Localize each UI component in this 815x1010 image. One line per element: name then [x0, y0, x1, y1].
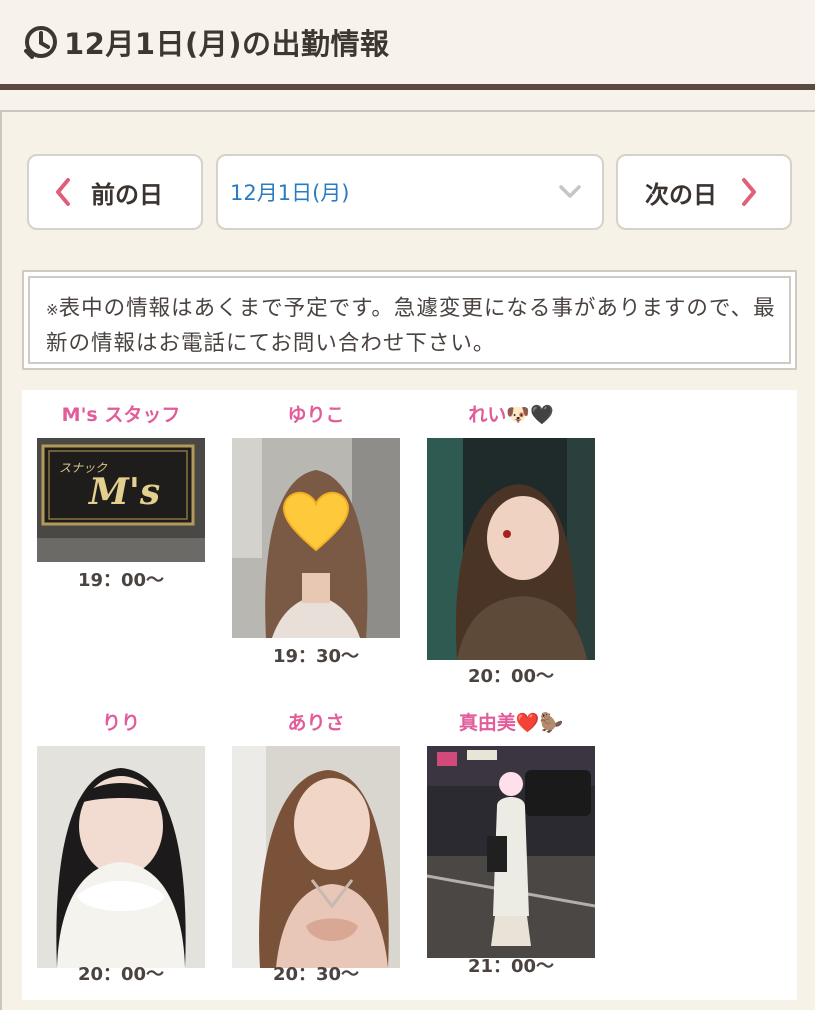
prev-day-button[interactable]: 前の日 — [27, 154, 203, 230]
staff-card[interactable]: りり 20：00〜 — [37, 708, 205, 993]
page-title: 12月1日(月)の出勤情報 — [64, 27, 390, 61]
staff-time: 19：30〜 — [272, 646, 360, 667]
date-select[interactable]: 12月1日(月) — [216, 154, 604, 230]
svg-text:M's: M's — [87, 471, 160, 513]
selected-date: 12月1日(月) — [230, 181, 350, 205]
notice-body: 表中の情報はあくまで予定です。急遽変更になる事がありますので、最新の情報はお電話… — [46, 296, 776, 356]
staff-name[interactable]: 真由美❤️🦫 — [427, 708, 595, 735]
staff-name[interactable]: れい🐶🖤 — [427, 400, 595, 427]
staff-card[interactable]: 真由美❤️🦫 21：00〜 — [427, 708, 595, 993]
next-day-button[interactable]: 次の日 — [616, 154, 792, 230]
page-header: 12月1日(月)の出勤情報 — [0, 0, 815, 86]
staff-name[interactable]: ゆりこ — [232, 400, 400, 427]
staff-name[interactable]: ありさ — [232, 708, 400, 735]
staff-card[interactable]: ゆりこ 19：30〜 — [232, 400, 400, 670]
staff-name[interactable]: りり — [37, 708, 205, 735]
chevron-left-icon — [56, 178, 70, 206]
staff-card[interactable]: ありさ 20：30〜 — [232, 708, 400, 993]
header-title-row: 12月1日(月)の出勤情報 — [22, 22, 390, 62]
staff-photo[interactable] — [232, 438, 400, 638]
staff-time: 20：00〜 — [467, 666, 555, 687]
header-divider — [0, 84, 815, 90]
staff-time: 20：00〜 — [77, 964, 165, 985]
next-day-label: 次の日 — [645, 180, 717, 209]
staff-name[interactable]: M's スタッフ — [37, 400, 205, 427]
notice-box: ※表中の情報はあくまで予定です。急遽変更になる事がありますので、最新の情報はお電… — [22, 270, 797, 370]
staff-card[interactable]: M's スタッフ スナック M's 19：00〜 — [37, 400, 205, 591]
staff-time: 21：00〜 — [467, 956, 555, 977]
clock-icon — [24, 26, 57, 59]
prev-day-label: 前の日 — [91, 180, 163, 209]
staff-card[interactable]: れい🐶🖤 20：00〜 — [427, 400, 595, 690]
staff-time: 19：00〜 — [77, 570, 165, 591]
staff-photo[interactable] — [37, 746, 205, 968]
staff-photo[interactable] — [427, 438, 595, 660]
staff-time: 20：30〜 — [272, 964, 360, 985]
chevron-right-icon — [742, 178, 756, 206]
notice-text: ※表中の情報はあくまで予定です。急遽変更になる事がありますので、最新の情報はお電… — [28, 276, 791, 364]
staff-photo[interactable] — [427, 746, 595, 958]
notice-mark: ※ — [46, 301, 59, 319]
staff-grid: M's スタッフ スナック M's 19：00〜 ゆりこ 19：30〜 れい🐶🖤… — [22, 390, 797, 1000]
staff-photo[interactable] — [232, 746, 400, 968]
chevron-down-icon — [559, 185, 581, 198]
staff-photo[interactable]: スナック M's — [37, 438, 205, 562]
